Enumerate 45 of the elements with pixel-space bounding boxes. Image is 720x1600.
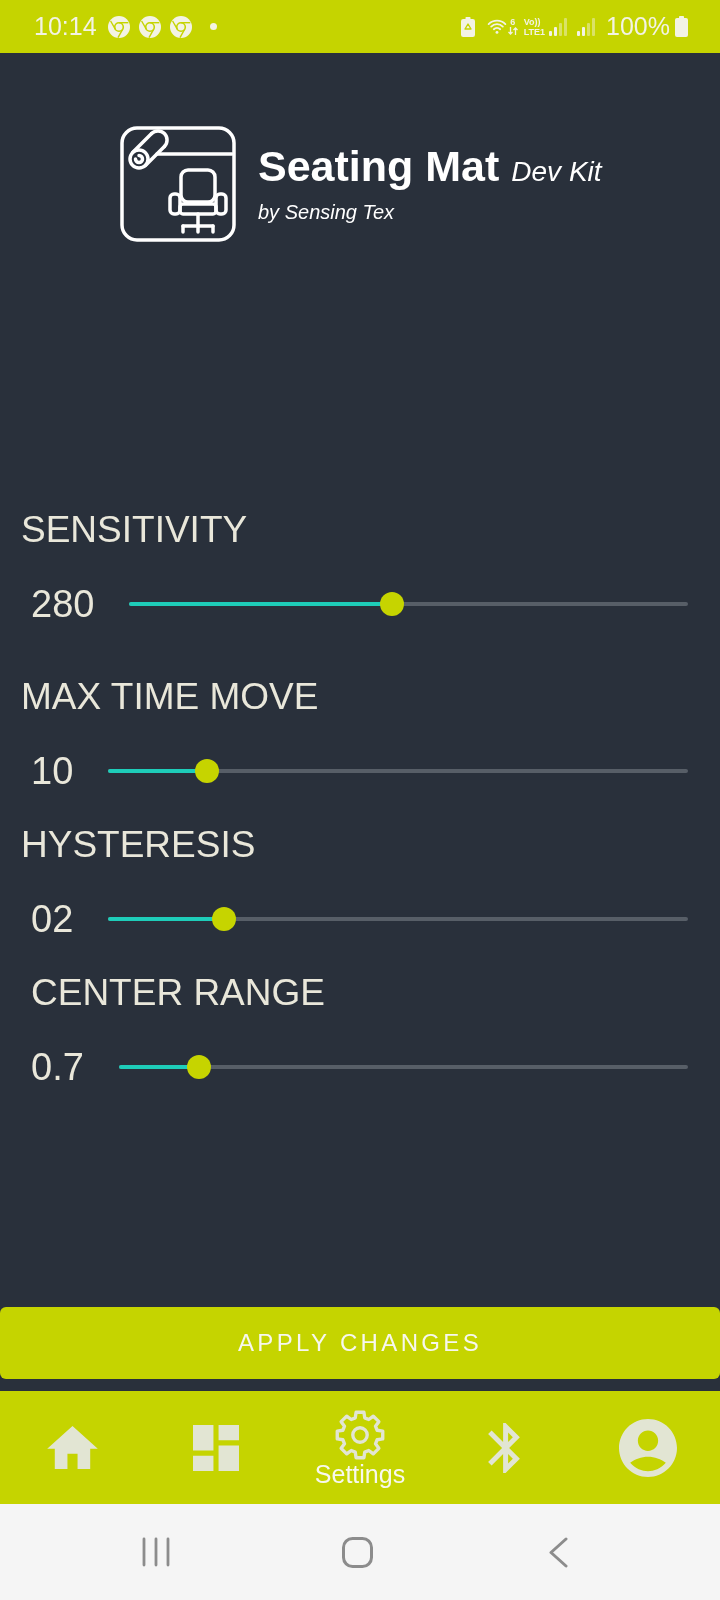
slider-thumb[interactable]: [186, 1055, 211, 1079]
setting-label: CENTER RANGE: [31, 974, 325, 1011]
slider-track[interactable]: [118, 1055, 688, 1079]
volte-label: Vo)): [523, 16, 541, 27]
battery-icon: [675, 16, 688, 37]
dot-icon: [209, 23, 217, 30]
apply-changes-button[interactable]: APPLY CHANGES: [0, 1307, 720, 1379]
battery-saver-icon: [460, 16, 475, 37]
slider-thumb[interactable]: [379, 592, 404, 616]
app-byline: by Sensing Tex: [258, 199, 396, 224]
bluetooth-icon: [488, 1422, 520, 1473]
home-icon: [46, 1426, 98, 1469]
settings-tab[interactable]: Settings: [288, 1391, 432, 1504]
wifi-standard-label: 6: [510, 18, 516, 27]
slider-thumb[interactable]: [194, 759, 219, 783]
setting-value: 10: [31, 752, 74, 790]
app-subtitle: Dev Kit: [511, 157, 602, 186]
slider-track[interactable]: [108, 907, 688, 931]
setting-label: HYSTERESIS: [21, 826, 256, 863]
wifi-icon: [486, 18, 507, 35]
lte-label: LTE1: [523, 26, 546, 37]
chair-logo-icon: [120, 126, 236, 242]
data-arrows-icon: [507, 27, 518, 35]
profile-icon: [619, 1418, 677, 1477]
setting-value: 02: [31, 900, 74, 938]
status-time: 10:14: [34, 14, 97, 39]
slider-thumb[interactable]: [212, 907, 237, 931]
setting-label: SENSITIVITY: [21, 511, 248, 548]
battery-percent: 100%: [606, 14, 670, 39]
signal-icon: [549, 17, 569, 36]
app-title: Seating Mat: [258, 144, 500, 188]
recent-apps-icon: [141, 1537, 171, 1567]
slider-track[interactable]: [129, 592, 688, 616]
app-notification-icon: [138, 15, 161, 38]
setting-value: 0.7: [31, 1048, 84, 1086]
home-square-icon: [341, 1536, 373, 1568]
settings-icon: [335, 1409, 385, 1460]
setting-label: MAX TIME MOVE: [21, 678, 319, 715]
app-notification-icon: [107, 15, 130, 38]
dashboard-icon: [193, 1424, 239, 1471]
slider-track[interactable]: [108, 759, 688, 783]
signal-icon: [577, 17, 597, 36]
setting-value: 280: [31, 585, 95, 623]
back-icon: [548, 1536, 568, 1568]
app-notification-icon: [169, 15, 192, 38]
